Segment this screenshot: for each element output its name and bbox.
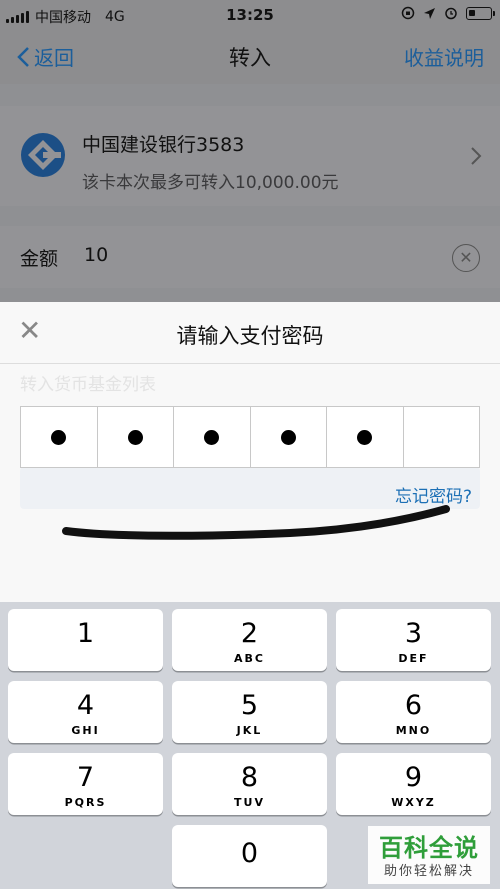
pin-cell (251, 407, 327, 467)
key-letters: DEF (398, 652, 429, 665)
nav-bar: 返回 转入 收益说明 (0, 30, 500, 84)
key-3[interactable]: 3 DEF (336, 609, 491, 671)
alarm-icon (445, 7, 457, 20)
key-9[interactable]: 9 WXYZ (336, 753, 491, 815)
battery-icon (466, 6, 495, 20)
pin-cell (98, 407, 174, 467)
key-letters: ABC (234, 652, 265, 665)
bank-name: 中国建设银行3583 (82, 134, 245, 156)
key-letters: PQRS (64, 796, 107, 809)
key-digit: 9 (404, 762, 423, 793)
pin-cell (404, 407, 480, 467)
sheet-header: ✕ 请输入支付密码 (0, 302, 500, 364)
password-input[interactable] (20, 406, 480, 468)
redaction-scribble (62, 505, 450, 540)
pin-cell (21, 407, 98, 467)
bank-limit-text: 该卡本次最多可转入10,000.00元 (82, 173, 339, 193)
amount-row: 金额 10 ✕ (0, 226, 500, 288)
status-bar: 中国移动 4G 13:25 (0, 0, 500, 30)
sheet-title: 请输入支付密码 (176, 324, 324, 348)
orientation-lock-icon (401, 6, 415, 20)
key-letters: WXYZ (391, 796, 436, 809)
key-digit: 2 (240, 618, 259, 649)
key-digit: 6 (404, 690, 423, 721)
key-digit: 7 (76, 762, 95, 793)
key-digit: 5 (240, 690, 259, 721)
key-digit: 1 (76, 618, 95, 649)
password-sheet: ✕ 请输入支付密码 转入货币基金列表 忘记密码? (0, 302, 500, 602)
pin-dot (357, 429, 373, 445)
key-letters: JKL (236, 724, 263, 737)
chevron-right-icon (470, 146, 482, 171)
key-digit: 0 (240, 838, 259, 869)
key-2[interactable]: 2 ABC (172, 609, 327, 671)
watermark-subtitle: 助你轻松解决 (383, 864, 474, 879)
pin-dot (280, 429, 296, 445)
key-letters: MNO (395, 724, 432, 737)
ccb-logo-icon (21, 133, 65, 177)
pin-dot (51, 429, 67, 445)
key-letters: TUV (234, 796, 265, 809)
key-digit: 8 (240, 762, 259, 793)
key-digit: 3 (404, 618, 423, 649)
pin-dot (127, 429, 143, 445)
pin-dot (204, 429, 220, 445)
pin-cell (174, 407, 251, 467)
watermark-logo: 百科全说 助你轻松解决 (368, 826, 490, 884)
status-right (401, 6, 495, 20)
key-5[interactable]: 5 JKL (172, 681, 327, 743)
location-icon (424, 7, 435, 19)
watermark-title: 百科全说 (379, 834, 479, 862)
key-6[interactable]: 6 MNO (336, 681, 491, 743)
key-4[interactable]: 4 GHI (8, 681, 163, 743)
bank-card-row[interactable]: 中国建设银行3583 该卡本次最多可转入10,000.00元 (0, 106, 500, 206)
key-letters: GHI (71, 724, 100, 737)
pin-cell (327, 407, 404, 467)
key-digit: 4 (76, 690, 95, 721)
fund-list-hint: 转入货币基金列表 (20, 375, 156, 395)
clear-amount-icon[interactable]: ✕ (452, 244, 480, 272)
amount-input[interactable]: 10 (84, 244, 108, 266)
earnings-info-link[interactable]: 收益说明 (404, 42, 484, 71)
amount-label: 金额 (20, 248, 59, 270)
key-8[interactable]: 8 TUV (172, 753, 327, 815)
key-1[interactable]: 1 (8, 609, 163, 671)
key-0[interactable]: 0 (172, 825, 327, 887)
key-7[interactable]: 7 PQRS (8, 753, 163, 815)
